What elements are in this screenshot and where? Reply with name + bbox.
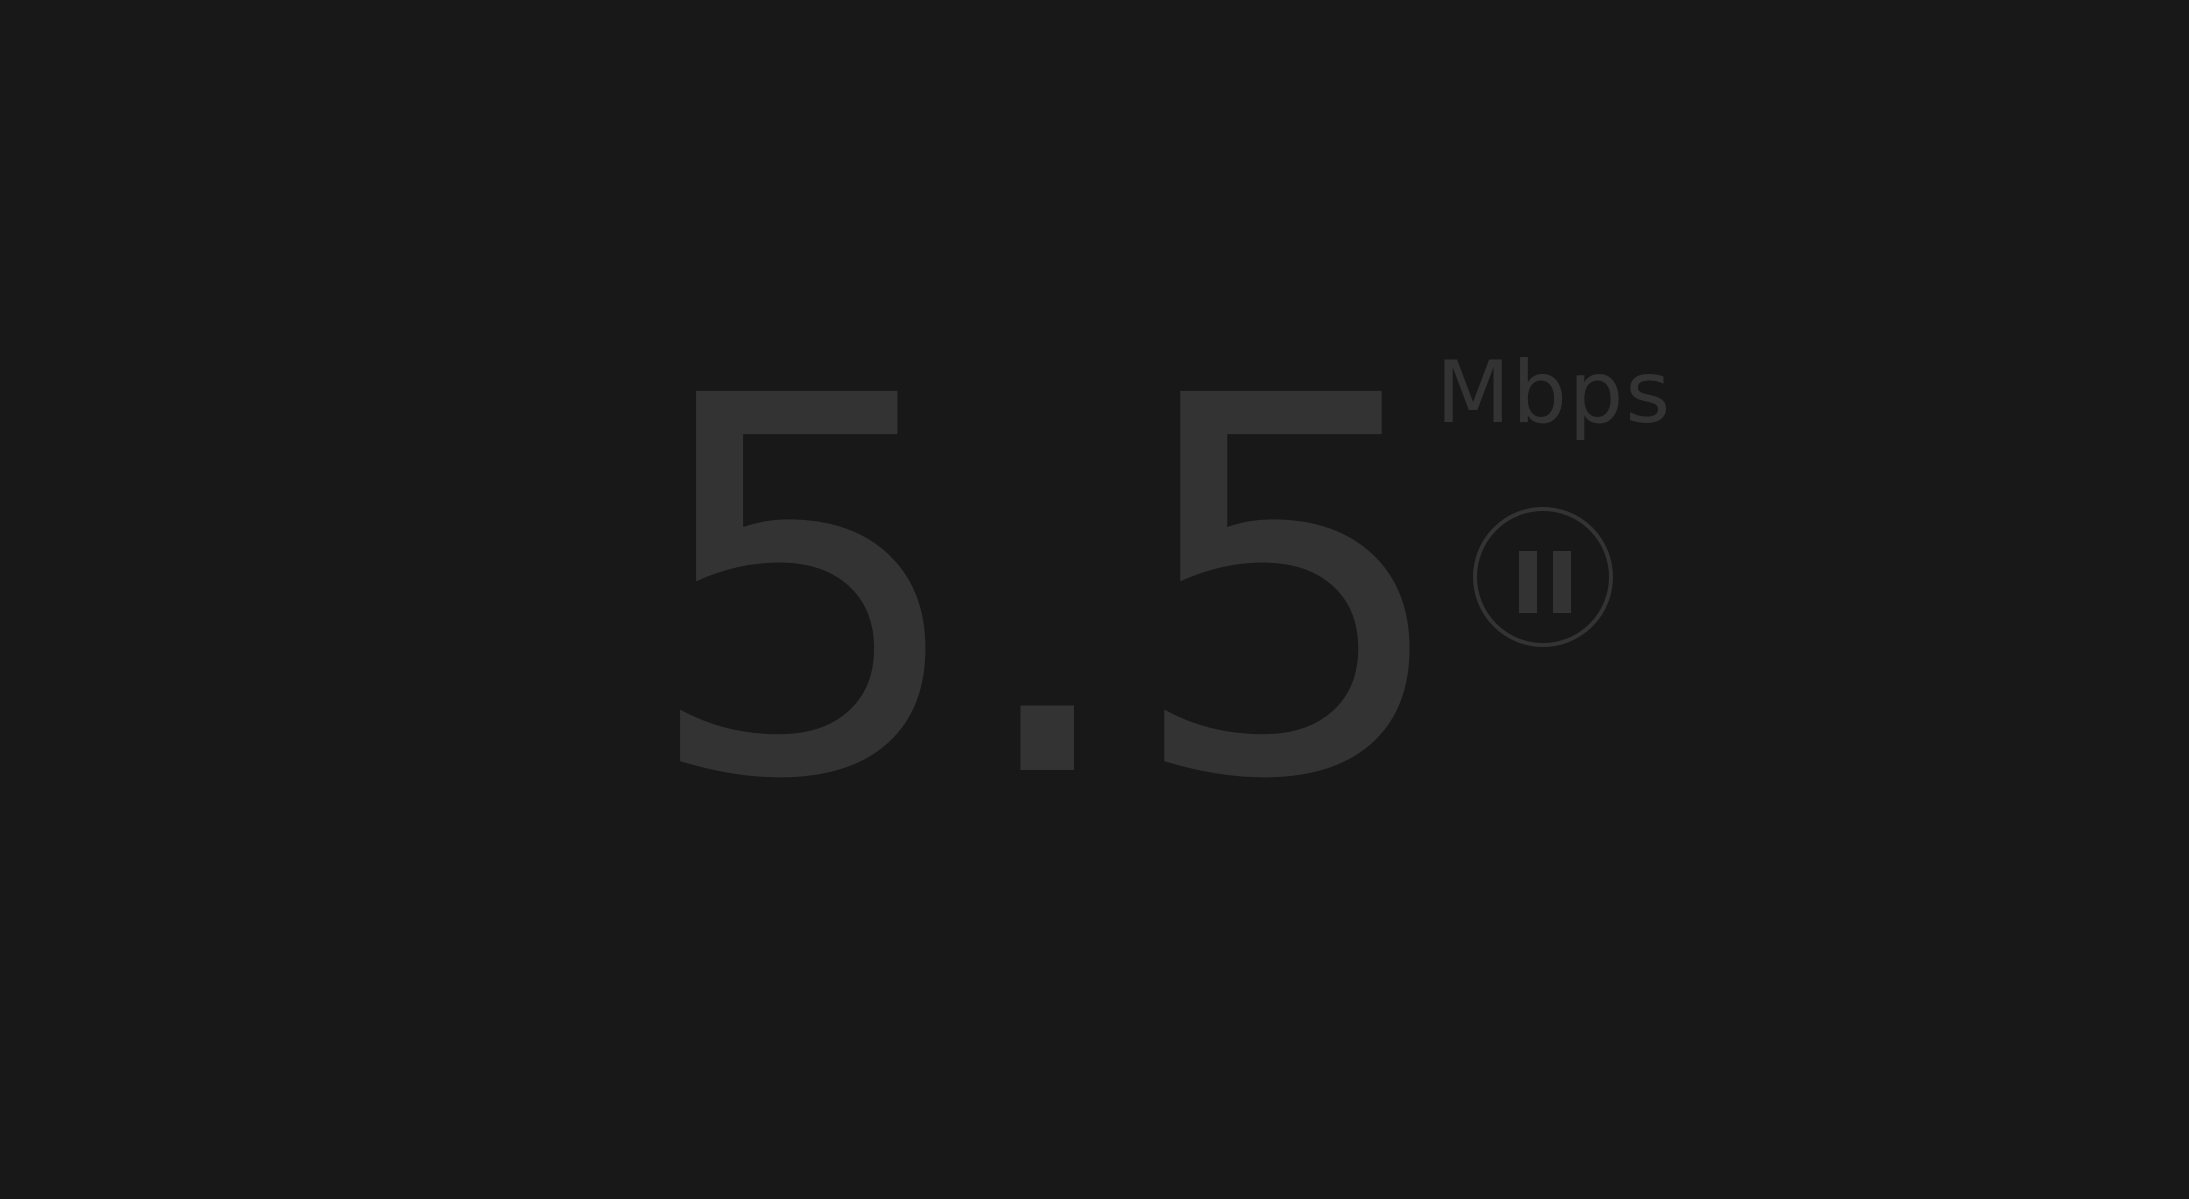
speed-value: 5.5 — [640, 287, 1455, 893]
pause-icon — [1519, 551, 1537, 613]
speed-unit-label: Mbps — [1436, 343, 1673, 443]
speed-test-screen: 5.5 Mbps — [0, 0, 2189, 1199]
pause-icon-bar — [1553, 551, 1571, 613]
pause-button[interactable] — [1473, 507, 1613, 647]
